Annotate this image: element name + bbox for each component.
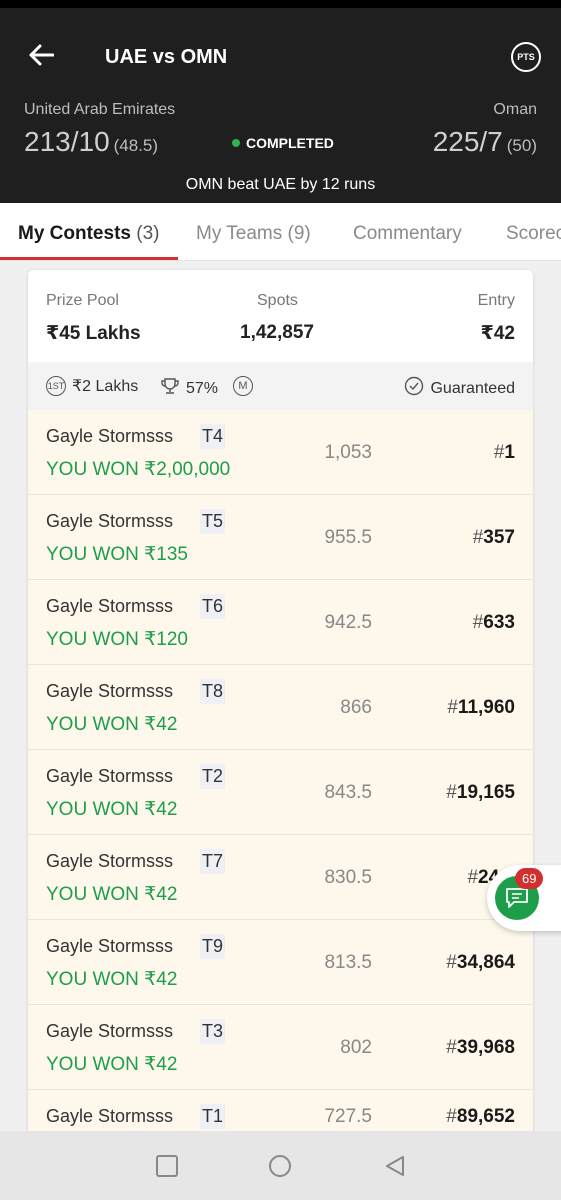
team-right-score: 225/7 (50) — [432, 126, 537, 157]
win-percentage: 57% — [160, 376, 218, 401]
prize-pool-label: Prize Pool — [46, 292, 119, 309]
entry-value: ₹42 — [480, 323, 515, 344]
tab-commentary[interactable]: Commentary — [353, 223, 462, 245]
tab-bar: My Contests (3) My Teams (9) Commentary … — [0, 203, 561, 261]
tab-scorecard[interactable]: Scorecard — [506, 223, 561, 245]
guaranteed-badge: Guaranteed — [404, 376, 515, 401]
multi-entry: M — [233, 376, 253, 396]
team-left-score: 213/10 (48.5) — [24, 126, 159, 157]
prize-pool-value: ₹45 Lakhs — [46, 323, 141, 344]
recent-apps-icon[interactable] — [154, 1153, 180, 1179]
list-item[interactable]: Gayle Stormsss T4 YOU WON ₹2,00,000 1,053… — [28, 410, 533, 495]
list-item[interactable]: Gayle Stormsss T2 YOU WON ₹42 843.5 #19,1… — [28, 750, 533, 835]
team-left-name: United Arab Emirates — [24, 101, 176, 118]
back-nav-icon[interactable] — [382, 1153, 408, 1179]
list-item[interactable]: Gayle StormsssT7 YOU WON ₹42 830.5 #24,3 — [28, 835, 533, 920]
points-system-button[interactable]: PTS — [511, 42, 541, 72]
first-prize: 1ST ₹2 Lakhs — [46, 376, 139, 396]
trophy-icon — [160, 376, 180, 401]
spots-value: 1,42,857 — [240, 322, 314, 343]
team-right-name: Oman — [493, 101, 537, 118]
match-header: UAE vs OMN PTS United Arab Emirates Oman… — [0, 8, 561, 203]
match-title: UAE vs OMN — [105, 46, 228, 68]
entry-label: Entry — [477, 292, 515, 309]
chat-unread-badge: 69 — [515, 868, 544, 889]
contest-card[interactable]: Prize Pool ₹45 Lakhs Spots 1,42,857 Entr… — [28, 270, 533, 1175]
check-circle-icon — [404, 376, 424, 401]
team-right-overs: (50) — [506, 136, 537, 155]
list-item[interactable]: Gayle Stormsss T9 YOU WON ₹42 813.5 #34,8… — [28, 920, 533, 1005]
spots-label: Spots — [257, 292, 298, 309]
list-item[interactable]: Gayle Stormsss T3 YOU WON ₹42 802 #39,968 — [28, 1005, 533, 1090]
status-bar — [0, 0, 561, 8]
tab-my-teams[interactable]: My Teams (9) — [196, 223, 311, 245]
status-dot-icon — [232, 139, 240, 147]
multi-entry-icon: M — [233, 376, 253, 396]
match-status: COMPLETED — [232, 135, 334, 151]
active-tab-indicator — [0, 257, 178, 260]
list-item[interactable]: Gayle Stormsss T8 YOU WON ₹42 866 #11,960 — [28, 665, 533, 750]
home-icon[interactable] — [267, 1153, 293, 1179]
team-left-overs: (48.5) — [113, 136, 159, 155]
back-arrow-icon[interactable] — [24, 38, 58, 72]
entries-list: Gayle Stormsss T4 YOU WON ₹2,00,000 1,053… — [28, 410, 533, 1175]
list-item[interactable]: Gayle Stormsss T5 YOU WON ₹135 955.5 #357 — [28, 495, 533, 580]
system-nav-bar — [0, 1131, 561, 1200]
first-place-icon: 1ST — [46, 376, 66, 396]
contest-meta: 1ST ₹2 Lakhs 57% M Guaranteed — [28, 362, 533, 410]
match-result: OMN beat UAE by 12 runs — [185, 176, 376, 193]
list-item[interactable]: Gayle Stormsss T6 YOU WON ₹120 942.5 #633 — [28, 580, 533, 665]
tab-my-contests[interactable]: My Contests (3) — [18, 223, 159, 245]
